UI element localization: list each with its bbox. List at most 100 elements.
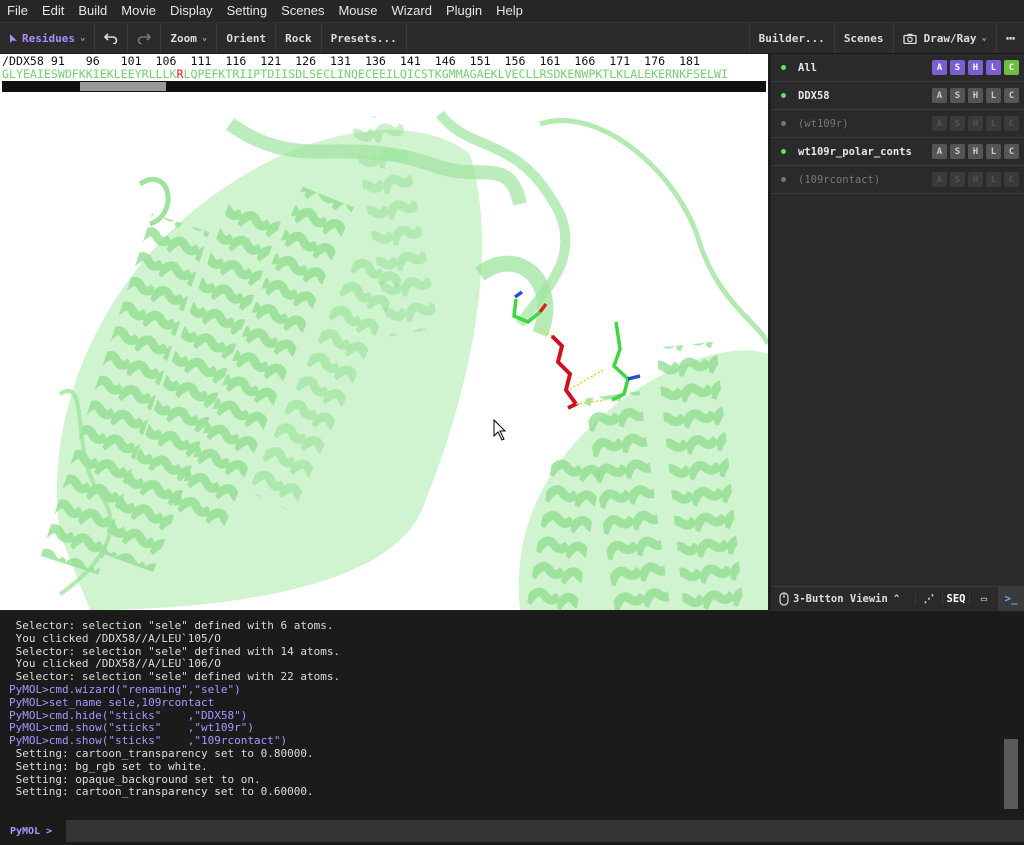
object-button-h[interactable]: H xyxy=(968,116,983,131)
undo-button[interactable] xyxy=(95,23,129,53)
presets-button[interactable]: Presets... xyxy=(322,23,407,53)
cursor-icon xyxy=(10,33,17,43)
object-button-a[interactable]: A xyxy=(932,172,947,187)
command-input[interactable] xyxy=(65,820,1024,842)
rock-button[interactable]: Rock xyxy=(276,23,322,53)
object-button-h[interactable]: H xyxy=(968,88,983,103)
object-button-h[interactable]: H xyxy=(968,172,983,187)
object-button-s[interactable]: S xyxy=(950,172,965,187)
enabled-dot-icon[interactable] xyxy=(781,65,786,70)
object-button-s[interactable]: S xyxy=(950,60,965,75)
mouse-mode-dropdown[interactable]: 3-Button Viewin ^ xyxy=(771,592,915,606)
menu-bar: File Edit Build Movie Display Setting Scenes Mo… xyxy=(0,0,1024,23)
object-panel: All A S H L C DDX58 A S H L C (wt109r) A S H L Cwt109r_po… xyxy=(771,54,1024,586)
object-button-l[interactable]: L xyxy=(986,172,1001,187)
console-line: PyMOL>set_name sele,109rcontact xyxy=(9,695,215,709)
object-button-l[interactable]: L xyxy=(986,60,1001,75)
menu-mouse[interactable]: Mouse xyxy=(331,0,384,22)
residues-after[interactable]: LQPEFKTRIIPTDIISDLSECLINQECEEILQICSTKGMM… xyxy=(184,67,728,81)
object-action-buttons: ASHLC xyxy=(932,144,1019,159)
object-action-buttons: ASHLC xyxy=(932,172,1019,187)
object-name[interactable]: (wt109r) xyxy=(798,118,932,130)
menu-build[interactable]: Build xyxy=(71,0,114,22)
object-button-a[interactable]: A xyxy=(932,116,947,131)
enabled-dot-icon[interactable] xyxy=(781,177,786,182)
menu-setting[interactable]: Setting xyxy=(220,0,274,22)
builder-label: Builder... xyxy=(758,31,825,45)
object-button-l[interactable]: L xyxy=(986,88,1001,103)
object-button-c[interactable]: C xyxy=(1004,172,1019,187)
menu-display[interactable]: Display xyxy=(163,0,220,22)
scenes-button[interactable]: Scenes xyxy=(835,23,894,53)
object-button-h[interactable]: H xyxy=(968,60,983,75)
orient-button[interactable]: Orient xyxy=(217,23,277,53)
panel-icon: ▭ xyxy=(980,593,988,605)
sequence-residues[interactable]: GLYEAIESWDFKKIEKLEEYRLLLKRLQPEFKTRIIPTDI… xyxy=(0,68,768,80)
seq-label: SEQ xyxy=(946,593,966,605)
object-button-s[interactable]: S xyxy=(950,88,965,103)
menu-file[interactable]: File xyxy=(0,0,35,22)
chevron-up-icon: ^ xyxy=(893,594,900,604)
console-scrollbar[interactable] xyxy=(1004,739,1018,809)
mouse-mode-label: 3-Button Viewin xyxy=(793,593,888,605)
menu-scenes[interactable]: Scenes xyxy=(274,0,331,22)
menu-help[interactable]: Help xyxy=(489,0,530,22)
mouse-icon xyxy=(779,592,789,606)
chevron-down-icon: ⌄ xyxy=(981,33,987,43)
object-button-c[interactable]: C xyxy=(1004,116,1019,131)
draw-ray-label: Draw/Ray xyxy=(923,31,977,45)
3d-viewport[interactable] xyxy=(0,94,768,610)
object-row[interactable]: (wt109r) A S H L C xyxy=(771,110,1024,138)
sequence-toggle-button[interactable]: SEQ xyxy=(942,593,969,605)
menu-wizard[interactable]: Wizard xyxy=(384,0,438,22)
object-button-s[interactable]: S xyxy=(950,144,965,159)
enabled-dot-icon[interactable] xyxy=(781,93,786,98)
object-row[interactable]: All A S H L C xyxy=(771,54,1024,82)
object-button-a[interactable]: A xyxy=(932,144,947,159)
enabled-dot-icon[interactable] xyxy=(781,121,786,126)
object-name[interactable]: wt109r_polar_conts xyxy=(798,146,932,158)
zoom-dropdown[interactable]: Zoom ⌄ xyxy=(161,23,218,53)
selected-residue[interactable]: R xyxy=(177,67,184,81)
object-button-h[interactable]: H xyxy=(968,144,983,159)
object-action-buttons: ASHLC xyxy=(932,60,1019,75)
console-line: You clicked /DDX58//A/LEU`105/O xyxy=(9,631,221,645)
object-button-s[interactable]: S xyxy=(950,116,965,131)
console-toggle-button[interactable]: >_ xyxy=(998,587,1024,611)
object-button-l[interactable]: L xyxy=(986,144,1001,159)
sequence-scrollbar[interactable] xyxy=(2,81,766,92)
menu-plugin[interactable]: Plugin xyxy=(439,0,489,22)
sequence-scroll-thumb[interactable] xyxy=(80,82,166,91)
prompt-label: PyMOL > xyxy=(10,825,53,837)
object-action-buttons: ASHLC xyxy=(932,116,1019,131)
panel-toggle-button[interactable]: ▭ xyxy=(969,593,998,605)
left-protein-domain xyxy=(40,111,527,610)
object-button-a[interactable]: A xyxy=(932,88,947,103)
chevron-down-icon: ⌄ xyxy=(201,33,208,43)
draw-ray-dropdown[interactable]: Draw/Ray ⌄ xyxy=(894,23,997,53)
object-button-c[interactable]: C xyxy=(1004,144,1019,159)
selection-mode-dropdown[interactable]: Residues ⌄ xyxy=(0,23,96,53)
menu-movie[interactable]: Movie xyxy=(114,0,163,22)
object-name[interactable]: DDX58 xyxy=(798,90,932,102)
object-row[interactable]: (109rcontact) A S H L C xyxy=(771,166,1024,194)
rock-label: Rock xyxy=(285,31,312,45)
more-icon: ⋯ xyxy=(1005,29,1015,47)
enabled-dot-icon[interactable] xyxy=(781,149,786,154)
object-button-c[interactable]: C xyxy=(1004,60,1019,75)
undo-icon xyxy=(104,33,118,44)
object-button-a[interactable]: A xyxy=(932,60,947,75)
menu-edit[interactable]: Edit xyxy=(35,0,71,22)
sequence-viewer[interactable]: /DDX58 91 96 101 106 111 116 121 126 131… xyxy=(0,54,768,94)
more-options-button[interactable]: ⋯ xyxy=(997,23,1024,53)
object-name[interactable]: (109rcontact) xyxy=(798,174,932,186)
object-name[interactable]: All xyxy=(798,62,932,74)
builder-button[interactable]: Builder... xyxy=(748,23,835,53)
object-row[interactable]: DDX58 A S H L C xyxy=(771,82,1024,110)
magic-wand-button[interactable]: ⋰ xyxy=(915,593,942,605)
object-button-c[interactable]: C xyxy=(1004,88,1019,103)
redo-button[interactable] xyxy=(128,23,162,53)
object-row[interactable]: wt109r_polar_conts A S H L C xyxy=(771,138,1024,166)
object-button-l[interactable]: L xyxy=(986,116,1001,131)
residues-before[interactable]: GLYEAIESWDFKKIEKLEEYRLLLK xyxy=(2,67,177,81)
